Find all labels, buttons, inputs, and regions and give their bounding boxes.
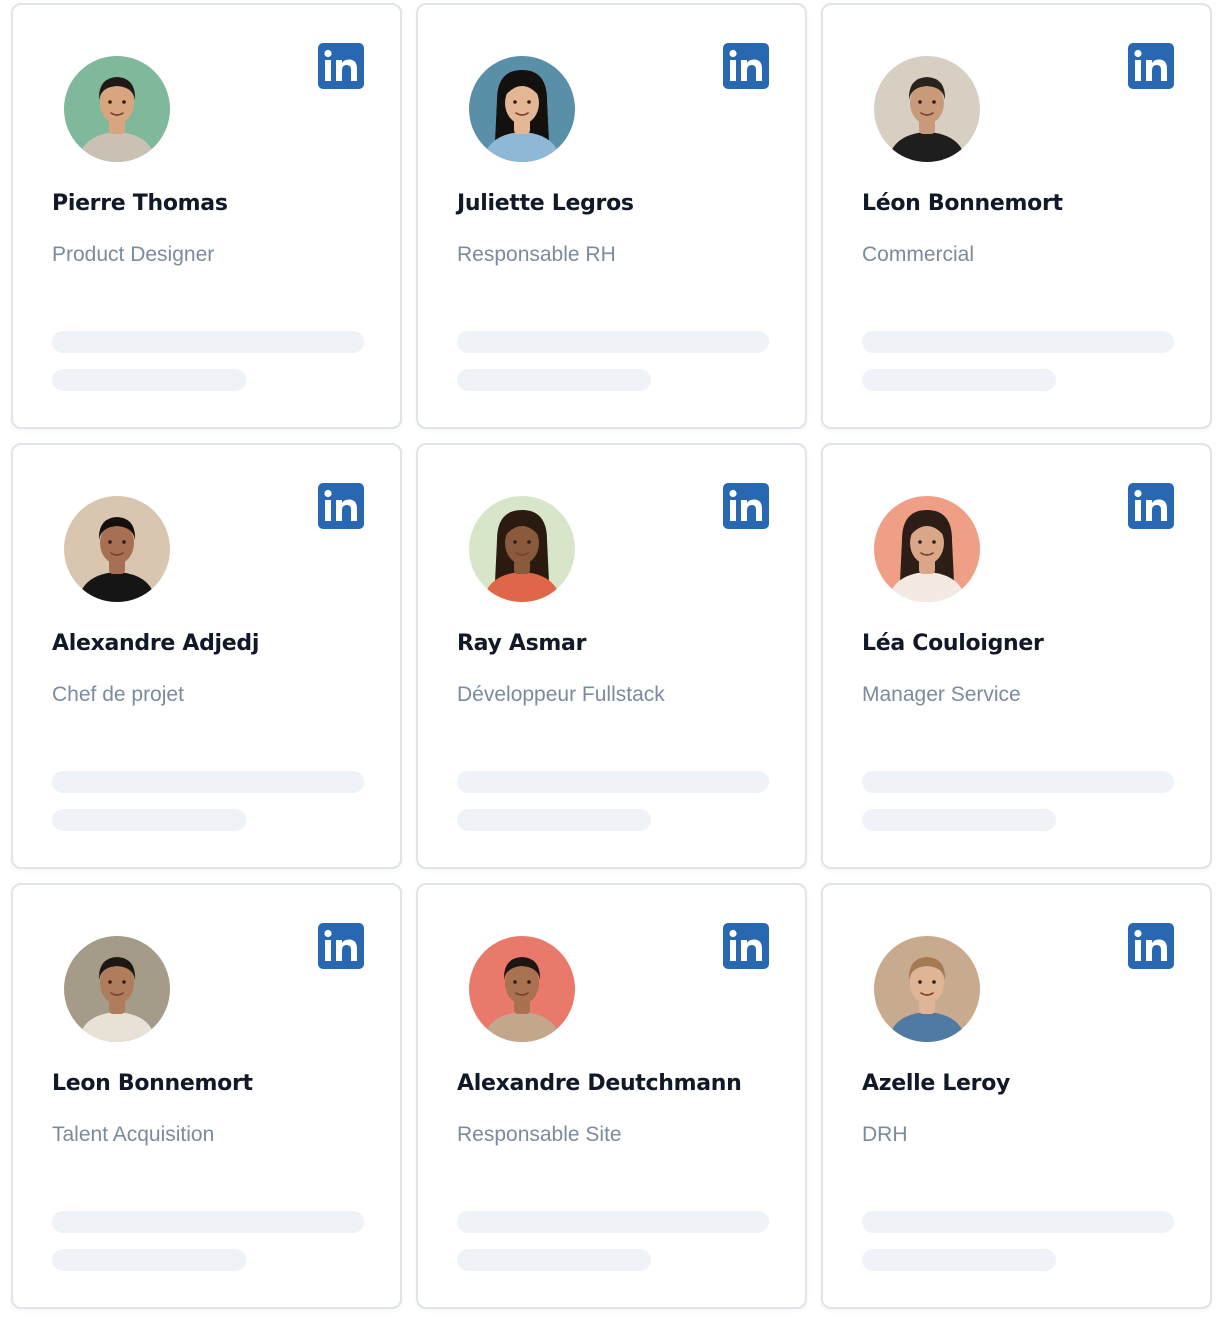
profile-name: Juliette Legros — [457, 191, 634, 216]
profile-role: Responsable RH — [457, 243, 616, 266]
avatar-portrait — [469, 496, 575, 602]
skeleton-line-short — [52, 809, 246, 831]
skeleton-line-short — [457, 809, 651, 831]
avatar-portrait — [874, 936, 980, 1042]
avatar-portrait — [64, 936, 170, 1042]
linkedin-icon[interactable] — [1128, 483, 1174, 529]
linkedin-glyph — [324, 929, 357, 961]
avatar-portrait — [874, 496, 980, 602]
profile-name: Alexandre Adjedj — [52, 631, 260, 656]
profile-card: Pierre Thomas Product Designer — [11, 3, 402, 429]
skeleton-line-short — [457, 369, 651, 391]
profile-name: Pierre Thomas — [52, 191, 228, 216]
linkedin-icon[interactable] — [318, 43, 364, 89]
linkedin-icon[interactable] — [723, 483, 769, 529]
profile-card: Léa Couloigner Manager Service — [821, 443, 1212, 869]
linkedin-icon[interactable] — [1128, 923, 1174, 969]
skeleton-line-long — [862, 331, 1174, 353]
linkedin-icon[interactable] — [723, 43, 769, 89]
skeleton-line-long — [52, 331, 364, 353]
profile-name: Leon Bonnemort — [52, 1071, 253, 1096]
linkedin-glyph — [729, 489, 762, 521]
avatar — [64, 936, 170, 1042]
profile-name: Léa Couloigner — [862, 631, 1044, 656]
linkedin-glyph — [1134, 929, 1167, 961]
linkedin-icon[interactable] — [318, 483, 364, 529]
skeleton-line-long — [862, 771, 1174, 793]
skeleton-line-short — [52, 369, 246, 391]
profile-name: Azelle Leroy — [862, 1071, 1011, 1096]
profile-name: Ray Asmar — [457, 631, 587, 656]
avatar — [874, 56, 980, 162]
skeleton-line-long — [457, 331, 769, 353]
team-card-grid: Pierre Thomas Product Designer Juliette … — [11, 3, 1212, 1309]
avatar-portrait — [874, 56, 980, 162]
linkedin-icon[interactable] — [318, 923, 364, 969]
avatar — [64, 56, 170, 162]
avatar-portrait — [469, 936, 575, 1042]
avatar — [874, 936, 980, 1042]
linkedin-glyph — [729, 49, 762, 81]
profile-card: Juliette Legros Responsable RH — [416, 3, 807, 429]
linkedin-glyph — [324, 489, 357, 521]
skeleton-line-long — [457, 1211, 769, 1233]
profile-role: Product Designer — [52, 243, 215, 266]
linkedin-icon[interactable] — [1128, 43, 1174, 89]
skeleton-line-long — [52, 771, 364, 793]
avatar-portrait — [64, 56, 170, 162]
profile-role: Développeur Fullstack — [457, 683, 665, 706]
profile-role: Responsable Site — [457, 1123, 622, 1146]
profile-role: Commercial — [862, 243, 975, 266]
profile-role: Chef de projet — [52, 683, 184, 706]
profile-name: Alexandre Deutchmann — [457, 1071, 742, 1096]
linkedin-glyph — [1134, 489, 1167, 521]
skeleton-line-short — [457, 1249, 651, 1271]
linkedin-icon[interactable] — [723, 923, 769, 969]
profile-card: Ray Asmar Développeur Fullstack — [416, 443, 807, 869]
avatar-portrait — [64, 496, 170, 602]
skeleton-line-long — [457, 771, 769, 793]
profile-role: Talent Acquisition — [52, 1123, 215, 1146]
linkedin-glyph — [1134, 49, 1167, 81]
profile-role: Manager Service — [862, 683, 1021, 706]
skeleton-line-long — [862, 1211, 1174, 1233]
skeleton-line-long — [52, 1211, 364, 1233]
avatar-portrait — [469, 56, 575, 162]
skeleton-line-short — [862, 809, 1056, 831]
linkedin-glyph — [324, 49, 357, 81]
skeleton-line-short — [862, 1249, 1056, 1271]
profile-card: Alexandre Deutchmann Responsable Site — [416, 883, 807, 1309]
skeleton-line-short — [862, 369, 1056, 391]
avatar — [469, 496, 575, 602]
avatar — [469, 56, 575, 162]
profile-role: DRH — [862, 1123, 908, 1146]
avatar — [874, 496, 980, 602]
profile-card: Azelle Leroy DRH — [821, 883, 1212, 1309]
profile-card: Leon Bonnemort Talent Acquisition — [11, 883, 402, 1309]
profile-card: Léon Bonnemort Commercial — [821, 3, 1212, 429]
profile-card: Alexandre Adjedj Chef de projet — [11, 443, 402, 869]
profile-name: Léon Bonnemort — [862, 191, 1063, 216]
skeleton-line-short — [52, 1249, 246, 1271]
avatar — [64, 496, 170, 602]
linkedin-glyph — [729, 929, 762, 961]
avatar — [469, 936, 575, 1042]
